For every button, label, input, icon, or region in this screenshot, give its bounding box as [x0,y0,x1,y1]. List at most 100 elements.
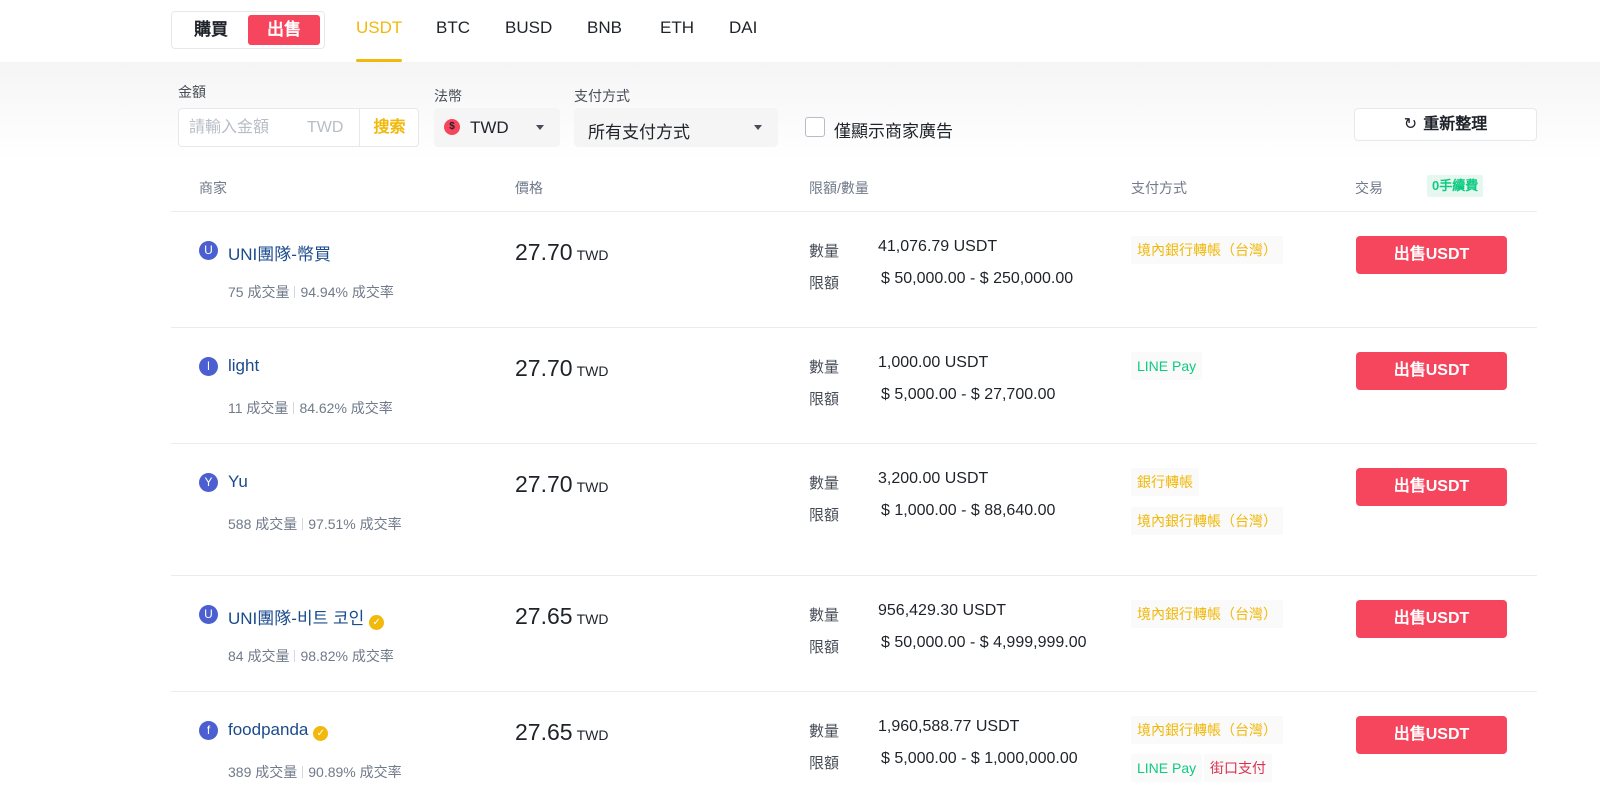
limit-label: 限額 [809,507,840,524]
merchant-stats: 84 成交量 98.82% 成交率 [228,646,394,666]
quantity-value: 956,429.30 USDT [878,602,1007,619]
top-bar: 購買 出售 USDT BTC BUSD BNB ETH DAI [0,0,1600,62]
price: 27.65 TWD [515,719,608,746]
table-row: l light 11 成交量 84.62% 成交率 27.70 TWD 數量 1,0… [171,328,1537,443]
order-count: 389 成交量 [228,764,298,780]
sell-usdt-button[interactable]: 出售USDT [1356,352,1507,390]
verified-badge-icon: ✓ [313,726,329,741]
amount-currency: TWD [307,119,344,136]
sell-usdt-button[interactable]: 出售USDT [1356,600,1507,638]
merchant-name-link[interactable]: foodpanda ✓ [228,720,329,741]
price-currency: TWD [576,611,609,627]
refresh-button[interactable]: ↻ 重新整理 [1354,108,1537,141]
price-value: 27.70 [515,239,573,265]
coin-tab-bnb[interactable]: BNB [587,18,622,62]
quantity-label: 數量 [809,607,840,624]
merchant-stats: 75 成交量 94.94% 成交率 [228,282,394,302]
chevron-down-icon [754,125,762,130]
limit-label: 限額 [809,639,840,656]
order-count: 75 成交量 [228,284,290,300]
fiat-label: 法幣 [434,88,462,104]
limit-label: 限額 [809,755,840,772]
trade-type-toggle: 購買 出售 [171,11,325,49]
header-payment: 支付方式 [1131,180,1187,196]
sell-usdt-button[interactable]: 出售USDT [1356,236,1507,274]
amount-input[interactable] [189,109,301,146]
merchant-name-link[interactable]: Yu [228,472,248,492]
refresh-label: 重新整理 [1423,116,1488,133]
chevron-down-icon [536,125,544,130]
payment-label: 支付方式 [574,88,630,104]
quantity-label: 數量 [809,359,840,376]
payment-select-value: 所有支付方式 [588,123,690,142]
amount-label: 金額 [178,84,206,100]
price-currency: TWD [576,247,609,263]
payment-tag: 街口支付 [1204,754,1272,782]
merchant-name-link[interactable]: light [228,356,259,376]
coin-tab-eth[interactable]: ETH [660,18,694,62]
fiat-select[interactable]: $ TWD [434,108,560,147]
quantity-label: 數量 [809,243,840,260]
completion-rate: 97.51% 成交率 [308,516,402,532]
payment-tag: 境內銀行轉帳（台灣） [1131,507,1283,535]
merchant-only-label: 僅顯示商家廣告 [834,122,953,141]
price: 27.65 TWD [515,603,608,630]
header-price: 價格 [515,180,543,196]
buy-tab-button[interactable]: 購買 [175,15,247,45]
payment-tag: 境內銀行轉帳（台灣） [1131,600,1283,628]
price: 27.70 TWD [515,355,608,382]
sell-usdt-button[interactable]: 出售USDT [1356,468,1507,506]
price-value: 27.65 [515,603,573,629]
price-currency: TWD [576,363,609,379]
merchant-name-link[interactable]: UNI團隊-幣買 [228,240,331,265]
completion-rate: 98.82% 成交率 [300,648,394,664]
payment-tag: 境內銀行轉帳（台灣） [1131,236,1283,264]
price: 27.70 TWD [515,239,608,266]
payment-select[interactable]: 所有支付方式 [574,108,778,147]
verified-badge-icon: ✓ [369,615,385,630]
sell-usdt-button[interactable]: 出售USDT [1356,716,1507,754]
coin-tab-dai[interactable]: DAI [729,18,757,62]
merchant-name: Yu [228,472,248,491]
merchant-name: light [228,356,260,375]
avatar: f [199,721,218,740]
limit-label: 限額 [809,391,840,408]
quantity-label: 數量 [809,475,840,492]
merchant-only-checkbox[interactable] [805,117,825,137]
coin-tab-btc[interactable]: BTC [436,18,470,62]
limit-value: $ 5,000.00 - $ 27,700.00 [881,386,1056,403]
quantity-value: 1,000.00 USDT [878,354,989,371]
quantity-label: 數量 [809,723,840,740]
header-trade: 交易 [1355,180,1383,196]
merchant-name: UNI團隊-幣買 [228,245,331,264]
completion-rate: 90.89% 成交率 [308,764,402,780]
coin-tab-usdt[interactable]: USDT [356,18,403,62]
completion-rate: 84.62% 成交率 [299,400,393,416]
amount-search-button[interactable]: 搜索 [359,109,419,146]
limit-value: $ 50,000.00 - $ 4,999,999.00 [881,634,1087,651]
merchant-stats: 11 成交量 84.62% 成交率 [228,398,393,418]
price-value: 27.70 [515,355,573,381]
merchant-name-link[interactable]: UNI團隊-비트 코인 ✓ [228,604,385,630]
quantity-value: 1,960,588.77 USDT [878,718,1020,735]
limit-value: $ 1,000.00 - $ 88,640.00 [881,502,1056,519]
header-limit: 限額/數量 [809,180,869,196]
quantity-value: 41,076.79 USDT [878,238,998,255]
zero-fee-badge: 0手續費 [1427,175,1484,197]
sell-tab-button[interactable]: 出售 [248,15,320,45]
amount-field: TWD 搜索 [178,108,419,147]
table-row: Y Yu 588 成交量 97.51% 成交率 27.70 TWD 數量 3,200… [171,444,1537,575]
completion-rate: 94.94% 成交率 [300,284,394,300]
order-count: 588 成交量 [228,516,298,532]
quantity-value: 3,200.00 USDT [878,470,989,487]
payment-tag: 銀行轉帳 [1131,468,1199,496]
table-row: U UNI團隊-비트 코인 ✓ 84 成交量 98.82% 成交率 27.65 TWD… [171,576,1537,691]
refresh-icon: ↻ [1403,116,1418,133]
price-value: 27.65 [515,719,573,745]
merchant-stats: 389 成交量 90.89% 成交率 [228,762,402,782]
merchant-name: foodpanda [228,720,309,739]
avatar: U [199,241,218,260]
coin-tab-busd[interactable]: BUSD [505,18,552,62]
payment-tag: LINE Pay [1131,754,1203,782]
header-merchant: 商家 [199,180,227,196]
